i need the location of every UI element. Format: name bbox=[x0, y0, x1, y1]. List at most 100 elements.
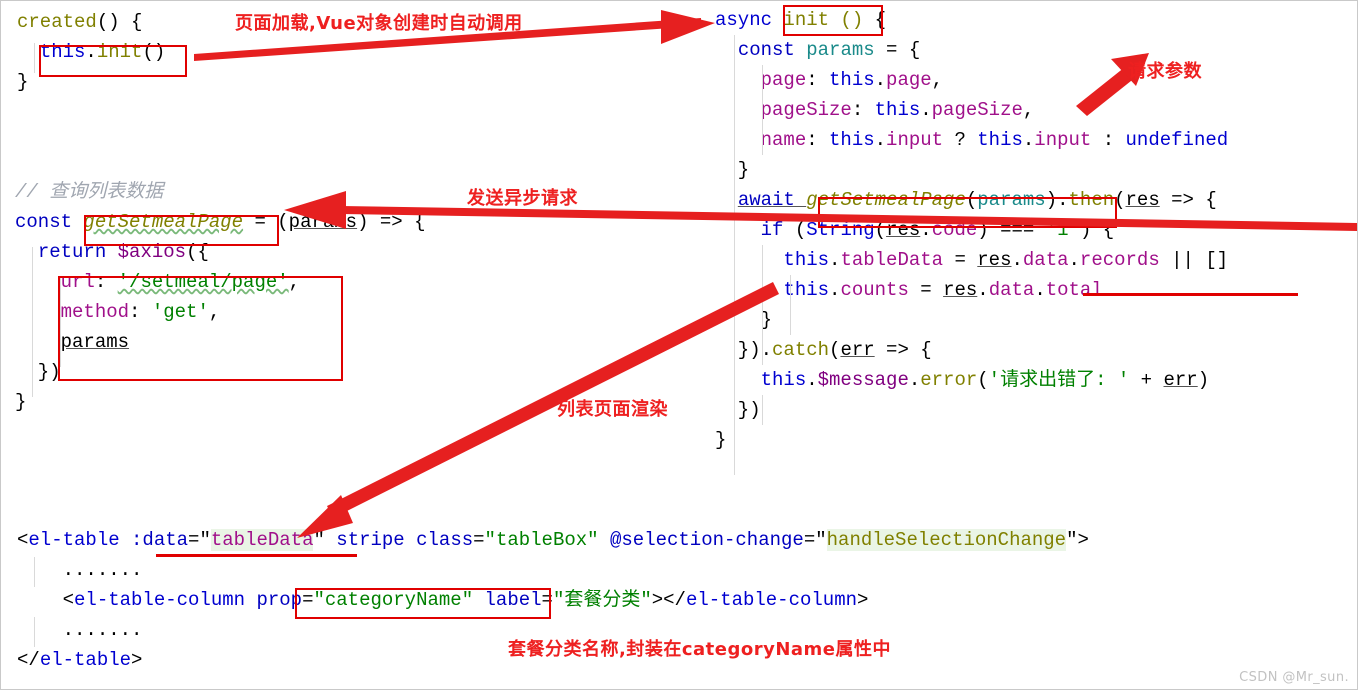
code-token: params bbox=[288, 211, 358, 233]
code-token: url bbox=[60, 271, 95, 293]
indent-guide bbox=[762, 245, 763, 365]
code-token: = { bbox=[874, 39, 921, 61]
code-token: ) === bbox=[977, 219, 1046, 241]
code-line: if (String(res.code) === '1') { bbox=[715, 215, 1228, 245]
code-line: // 查询列表数据 bbox=[15, 177, 426, 207]
code-token: await bbox=[737, 189, 807, 211]
annotation-request-params: 请求参数 bbox=[1128, 61, 1202, 82]
code-token: catch bbox=[772, 339, 830, 361]
code-token: const bbox=[737, 39, 807, 61]
code-token: ({ bbox=[186, 241, 209, 263]
annotated-code-screenshot: created() { this.init()} // 查询列表数据 const … bbox=[0, 0, 1358, 690]
annotation-category-name: 套餐分类名称,封装在categoryName属性中 bbox=[508, 639, 892, 660]
code-token: } bbox=[17, 71, 29, 93]
code-token: $message bbox=[817, 369, 909, 391]
code-token: this bbox=[39, 41, 86, 63]
code-token: el-table bbox=[39, 649, 132, 671]
code-token: : bbox=[129, 301, 152, 323]
indent-guide bbox=[762, 395, 763, 425]
code-token: </ bbox=[17, 649, 40, 671]
code-token: el-table-column bbox=[74, 589, 246, 611]
code-token: this bbox=[829, 69, 875, 91]
code-token: = bbox=[943, 249, 978, 271]
indent-guide bbox=[34, 43, 35, 73]
code-token: "套餐分类" bbox=[552, 589, 652, 611]
code-token: res bbox=[1125, 189, 1160, 211]
code-line: <el-table-column prop="categoryName" lab… bbox=[17, 585, 1089, 615]
code-line: name: this.input ? this.input : undefine… bbox=[715, 125, 1229, 155]
code-token: . bbox=[874, 69, 887, 91]
code-token: = bbox=[803, 529, 816, 551]
code-token: page bbox=[886, 69, 932, 91]
code-token: . bbox=[920, 99, 932, 121]
code-token: . bbox=[874, 129, 887, 151]
underline-table-data-assignment bbox=[1083, 293, 1298, 296]
code-token: ( bbox=[829, 339, 841, 361]
code-token: . bbox=[1011, 249, 1023, 271]
code-line: }) bbox=[15, 357, 426, 387]
code-token: data bbox=[988, 279, 1035, 301]
indent-guide bbox=[32, 247, 33, 397]
code-line: pageSize: this.pageSize, bbox=[715, 95, 1228, 125]
code-line: return $axios({ bbox=[15, 237, 426, 267]
code-line: }).catch(err => { bbox=[715, 335, 1228, 365]
code-token: "tableBox" bbox=[484, 529, 599, 551]
code-token: , bbox=[208, 301, 221, 323]
code-token: . bbox=[908, 369, 921, 391]
code-token: = bbox=[302, 589, 314, 611]
code-line: this.$message.error('请求出错了: ' + err) bbox=[715, 365, 1228, 395]
code-token: ( bbox=[874, 219, 887, 241]
code-token: . bbox=[829, 249, 841, 271]
code-token: init bbox=[96, 41, 143, 63]
code-token: }) bbox=[715, 339, 761, 361]
code-token: . bbox=[1068, 249, 1080, 271]
code-token: res bbox=[943, 279, 978, 301]
code-token: input bbox=[886, 129, 944, 151]
code-token: stripe bbox=[336, 529, 405, 551]
annotation-async-request: 发送异步请求 bbox=[467, 188, 578, 209]
code-token: @selection-change bbox=[609, 529, 804, 551]
code-line: ....... bbox=[17, 555, 1089, 585]
code-token: error bbox=[920, 369, 978, 391]
code-line: } bbox=[715, 305, 1228, 335]
code-line: } bbox=[715, 155, 1228, 185]
code-token: name bbox=[760, 129, 807, 151]
code-token: ....... bbox=[17, 559, 143, 581]
code-token: label bbox=[484, 589, 542, 611]
code-token: page bbox=[760, 69, 807, 91]
code-token: . bbox=[829, 279, 841, 301]
code-token: } bbox=[715, 159, 750, 181]
code-token: ></ bbox=[651, 589, 686, 611]
code-token: . bbox=[1034, 279, 1046, 301]
code-token: < bbox=[17, 529, 29, 551]
code-token: ( bbox=[977, 369, 989, 391]
code-token: = ( bbox=[243, 211, 289, 233]
code-token: res bbox=[977, 249, 1012, 271]
code-token: } bbox=[15, 391, 27, 413]
code-token: class bbox=[416, 529, 474, 551]
code-token: , bbox=[288, 271, 301, 293]
code-token: : bbox=[1091, 129, 1126, 151]
code-line: }) bbox=[715, 395, 1228, 425]
code-line: const getSetmealPage = (params) => { bbox=[15, 207, 426, 237]
indent-guide bbox=[60, 277, 61, 367]
code-token: . bbox=[1057, 189, 1069, 211]
code-token: this bbox=[829, 129, 875, 151]
code-token: code bbox=[931, 219, 978, 241]
underline-data-table-data bbox=[156, 554, 357, 557]
code-token: // 查询列表数据 bbox=[15, 181, 164, 203]
code-token: this bbox=[874, 99, 921, 121]
code-line: } bbox=[17, 67, 165, 97]
code-token: , bbox=[1022, 99, 1035, 121]
code-token: params bbox=[60, 331, 130, 353]
code-token: ) => { bbox=[357, 211, 426, 233]
